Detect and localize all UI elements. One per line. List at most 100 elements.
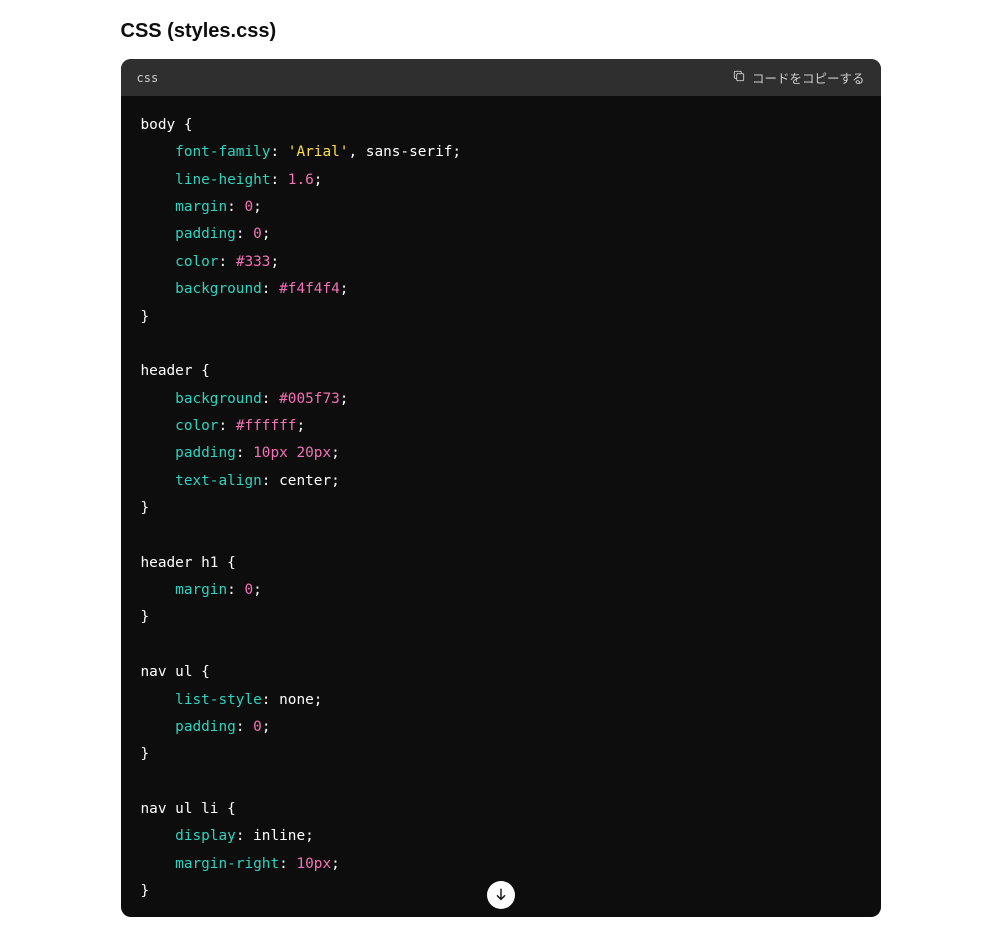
code-token: : [270, 172, 287, 188]
code-token: #005f73 [279, 391, 340, 407]
code-token: ; [340, 391, 349, 407]
code-token: : [227, 582, 244, 598]
code-token [141, 473, 176, 489]
code-token: } [141, 500, 150, 516]
code-token: 0 [244, 199, 253, 215]
code-token: nav ul { [141, 664, 210, 680]
code-token: padding [175, 719, 236, 735]
code-token [141, 774, 150, 790]
code-token: padding [175, 226, 236, 242]
code-token: background [175, 281, 262, 297]
copy-icon [732, 69, 746, 86]
arrow-down-icon [493, 886, 509, 905]
code-token: text-align [175, 473, 262, 489]
code-token: ; [253, 582, 262, 598]
code-token: ; [262, 719, 271, 735]
code-token: } [141, 309, 150, 325]
code-token: 10px [296, 856, 331, 872]
code-token: margin [175, 582, 227, 598]
code-token [141, 172, 176, 188]
code-token: : [218, 418, 235, 434]
code-token [141, 692, 176, 708]
scroll-down-button[interactable] [487, 881, 515, 909]
code-token: 20px [296, 445, 331, 461]
code-token [141, 637, 150, 653]
code-token: : [262, 692, 279, 708]
code-token: ; [262, 226, 271, 242]
code-token: 1.6 [288, 172, 314, 188]
code-token: ; [270, 254, 279, 270]
code-token: ; [305, 828, 314, 844]
code-token: : [279, 856, 296, 872]
code-token: : [227, 199, 244, 215]
code-token: : [236, 719, 253, 735]
code-token: font-family [175, 144, 270, 160]
code-content: body { font-family: 'Arial', sans-serif;… [141, 112, 861, 905]
code-token: } [141, 746, 150, 762]
code-token: , sans-serif; [348, 144, 461, 160]
code-token: } [141, 883, 150, 899]
code-token: ; [314, 692, 323, 708]
code-token [141, 719, 176, 735]
code-token: 10px [253, 445, 288, 461]
code-token: padding [175, 445, 236, 461]
code-token: header { [141, 363, 210, 379]
code-token: list-style [175, 692, 262, 708]
code-token: #f4f4f4 [279, 281, 340, 297]
code-token: #333 [236, 254, 271, 270]
code-token [141, 281, 176, 297]
copy-code-button[interactable]: コードをコピーする [732, 68, 865, 87]
code-token: color [175, 254, 218, 270]
code-token [141, 254, 176, 270]
code-token: color [175, 418, 218, 434]
code-token: display [175, 828, 236, 844]
code-token [141, 856, 176, 872]
code-token: : [236, 226, 253, 242]
code-token: ; [296, 418, 305, 434]
code-token: body { [141, 117, 193, 133]
code-token: inline [253, 828, 305, 844]
code-token: #ffffff [236, 418, 297, 434]
code-token: 0 [244, 582, 253, 598]
code-token: background [175, 391, 262, 407]
code-token: margin [175, 199, 227, 215]
code-token: : [262, 391, 279, 407]
code-token: } [141, 609, 150, 625]
code-token: nav ul li { [141, 801, 236, 817]
code-token: : [262, 473, 279, 489]
code-token: 0 [253, 226, 262, 242]
code-token: line-height [175, 172, 270, 188]
code-token: ; [331, 445, 340, 461]
code-token: ; [331, 473, 340, 489]
code-token [141, 391, 176, 407]
code-token: ; [331, 856, 340, 872]
code-token: ; [314, 172, 323, 188]
code-token: : [262, 281, 279, 297]
code-token: header h1 { [141, 555, 236, 571]
code-token [141, 336, 150, 352]
code-token [141, 828, 176, 844]
code-token: ; [340, 281, 349, 297]
code-token [141, 144, 176, 160]
code-token: center [279, 473, 331, 489]
code-token: : [236, 828, 253, 844]
code-header: css コードをコピーする [121, 59, 881, 96]
code-token: : [270, 144, 287, 160]
code-token: : [236, 445, 253, 461]
code-token: : [218, 254, 235, 270]
code-token: 'Arial' [288, 144, 349, 160]
code-token: 0 [253, 719, 262, 735]
language-label: css [137, 71, 159, 85]
code-body: body { font-family: 'Arial', sans-serif;… [121, 96, 881, 917]
code-token [141, 582, 176, 598]
code-token [141, 527, 150, 543]
copy-label: コードをコピーする [752, 68, 865, 87]
code-block: css コードをコピーする body { font-family: 'Arial… [121, 59, 881, 917]
code-token: margin-right [175, 856, 279, 872]
code-token [141, 226, 176, 242]
code-token [141, 445, 176, 461]
section-heading: CSS (styles.css) [121, 20, 881, 43]
code-token: none [279, 692, 314, 708]
code-token [141, 418, 176, 434]
code-token [141, 199, 176, 215]
